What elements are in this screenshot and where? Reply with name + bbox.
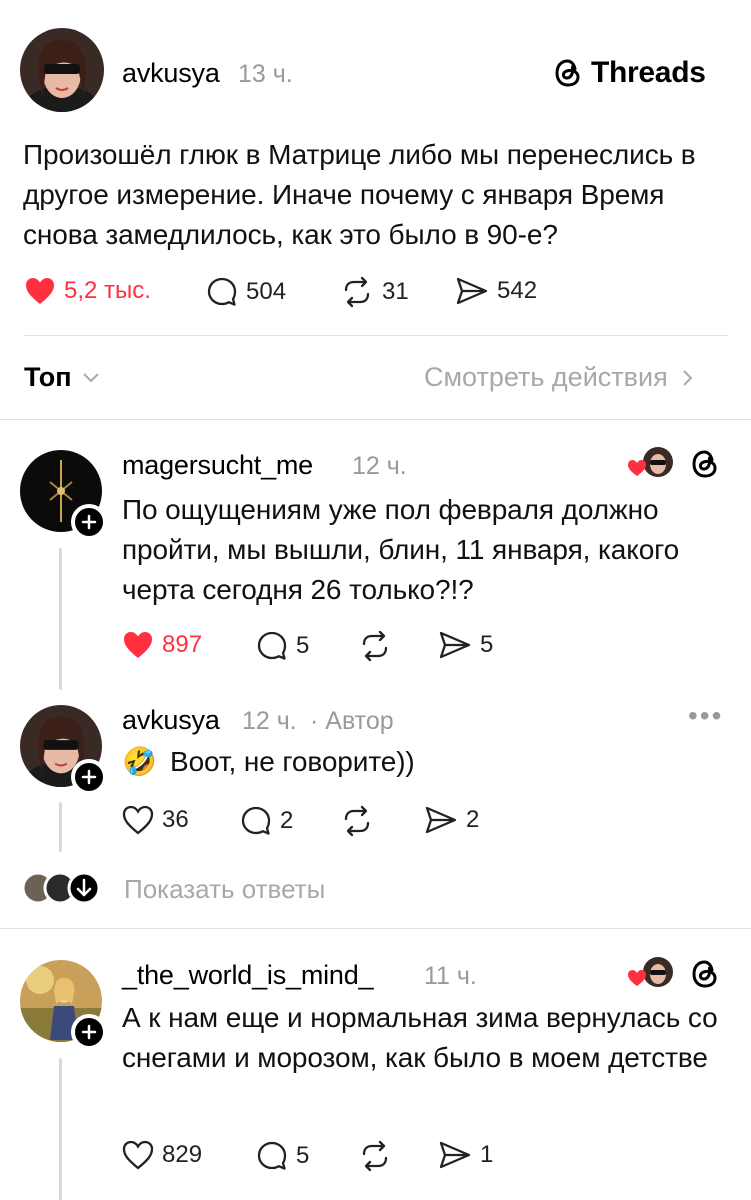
chevron-right-icon [682,369,693,386]
author-tag: · Автор [310,707,394,735]
reply-emoji: 🤣 [122,745,157,778]
post-like-count: 5,2 тыс. [64,277,151,304]
reply-avatars-stack [21,871,102,905]
heart-icon [26,278,54,304]
comment-repost-button[interactable] [358,630,392,662]
comment-repost-button[interactable] [358,1140,392,1172]
post-share-button[interactable]: 542 [455,276,537,306]
comment-divider [0,928,751,929]
comment-username[interactable]: magersucht_me [122,450,313,481]
comment-reply-button[interactable]: 5 [256,1140,309,1172]
reply-share-count: 2 [466,806,480,833]
sort-divider [0,419,751,420]
comment-like-button[interactable]: 829 [122,1140,202,1170]
heart-icon [124,632,152,658]
comment-like-count: 829 [162,1141,203,1168]
comment-icon [257,1141,287,1170]
comment-reply-count: 5 [296,1142,310,1169]
comment-like-button[interactable]: 897 [122,630,202,660]
thread-line [59,1058,62,1200]
view-activity-link[interactable]: Смотреть действия [424,362,694,393]
post-author-avatar[interactable] [20,28,104,112]
post-username[interactable]: avkusya [122,58,220,89]
post-like-button[interactable]: 5,2 тыс. [24,276,151,306]
comment-like-count: 897 [162,631,203,658]
plus-icon [81,1024,97,1040]
comment-icon [241,806,271,835]
repost-icon [344,276,370,308]
threads-brand: Threads [553,56,706,90]
show-replies-link[interactable]: Показать ответы [124,874,325,905]
plus-icon [81,769,97,785]
reply-like-count: 36 [162,806,189,833]
heart-icon [122,1140,154,1170]
threads-logo-icon [555,59,580,87]
reply-reply-count: 2 [280,807,294,834]
comment-username[interactable]: _the_world_is_mind_ [122,960,374,991]
repost-icon [362,1140,388,1172]
author-liked-indicator [627,956,673,990]
comment-text: По ощущениям уже пол февраля должно прой… [122,494,680,605]
share-icon [439,631,471,659]
post-repost-button[interactable]: 31 [340,276,409,308]
share-icon [456,277,488,305]
heart-icon [122,805,154,835]
comment-icon [207,277,237,306]
comment-time: 12 ч. [352,452,407,480]
comment-icon [257,631,287,660]
comment-reply-count: 5 [296,632,310,659]
follow-button[interactable] [71,504,107,540]
thread-line [59,548,62,690]
share-icon [439,1141,471,1169]
repost-icon [362,630,388,662]
follow-button[interactable] [71,1014,107,1050]
brand-name: Threads [591,56,706,89]
comment-text: А к нам еще и нормальная зима вернулась … [122,1002,718,1073]
reply-reply-button[interactable]: 2 [240,805,293,837]
author-liked-indicator [627,446,673,480]
thread-line [59,802,62,852]
reply-like-button[interactable]: 36 [122,805,189,835]
reply-text: Воот, не говорите)) [170,746,415,777]
chevron-down-icon [82,372,99,382]
reply-username[interactable]: avkusya [122,705,220,736]
sort-label: Топ [24,362,72,392]
post-repost-count: 31 [382,278,409,305]
reply-repost-button[interactable] [340,805,374,837]
more-icon[interactable]: ••• [688,700,723,732]
threads-logo-icon [692,450,717,478]
post-text: Произошёл глюк в Матрице либо мы перенес… [23,139,696,250]
post-divider [24,335,728,336]
share-icon [425,806,457,834]
threads-logo-icon [692,960,717,988]
reply-time: 12 ч. [242,707,297,735]
sort-dropdown[interactable]: Топ [24,362,100,393]
post-reply-count: 504 [246,278,287,305]
comment-share-button[interactable]: 1 [438,1140,493,1170]
comment-reply-button[interactable]: 5 [256,630,309,662]
comment-share-button[interactable]: 5 [438,630,493,660]
repost-icon [344,805,370,837]
post-share-count: 542 [497,277,538,304]
follow-button[interactable] [71,759,107,795]
plus-icon [81,514,97,530]
view-activity-label: Смотреть действия [424,362,668,392]
comment-share-count: 5 [480,631,494,658]
post-time: 13 ч. [238,60,293,88]
comment-time: 11 ч. [424,962,477,990]
post-reply-button[interactable]: 504 [206,276,286,308]
comment-share-count: 1 [480,1141,494,1168]
reply-share-button[interactable]: 2 [424,805,479,835]
